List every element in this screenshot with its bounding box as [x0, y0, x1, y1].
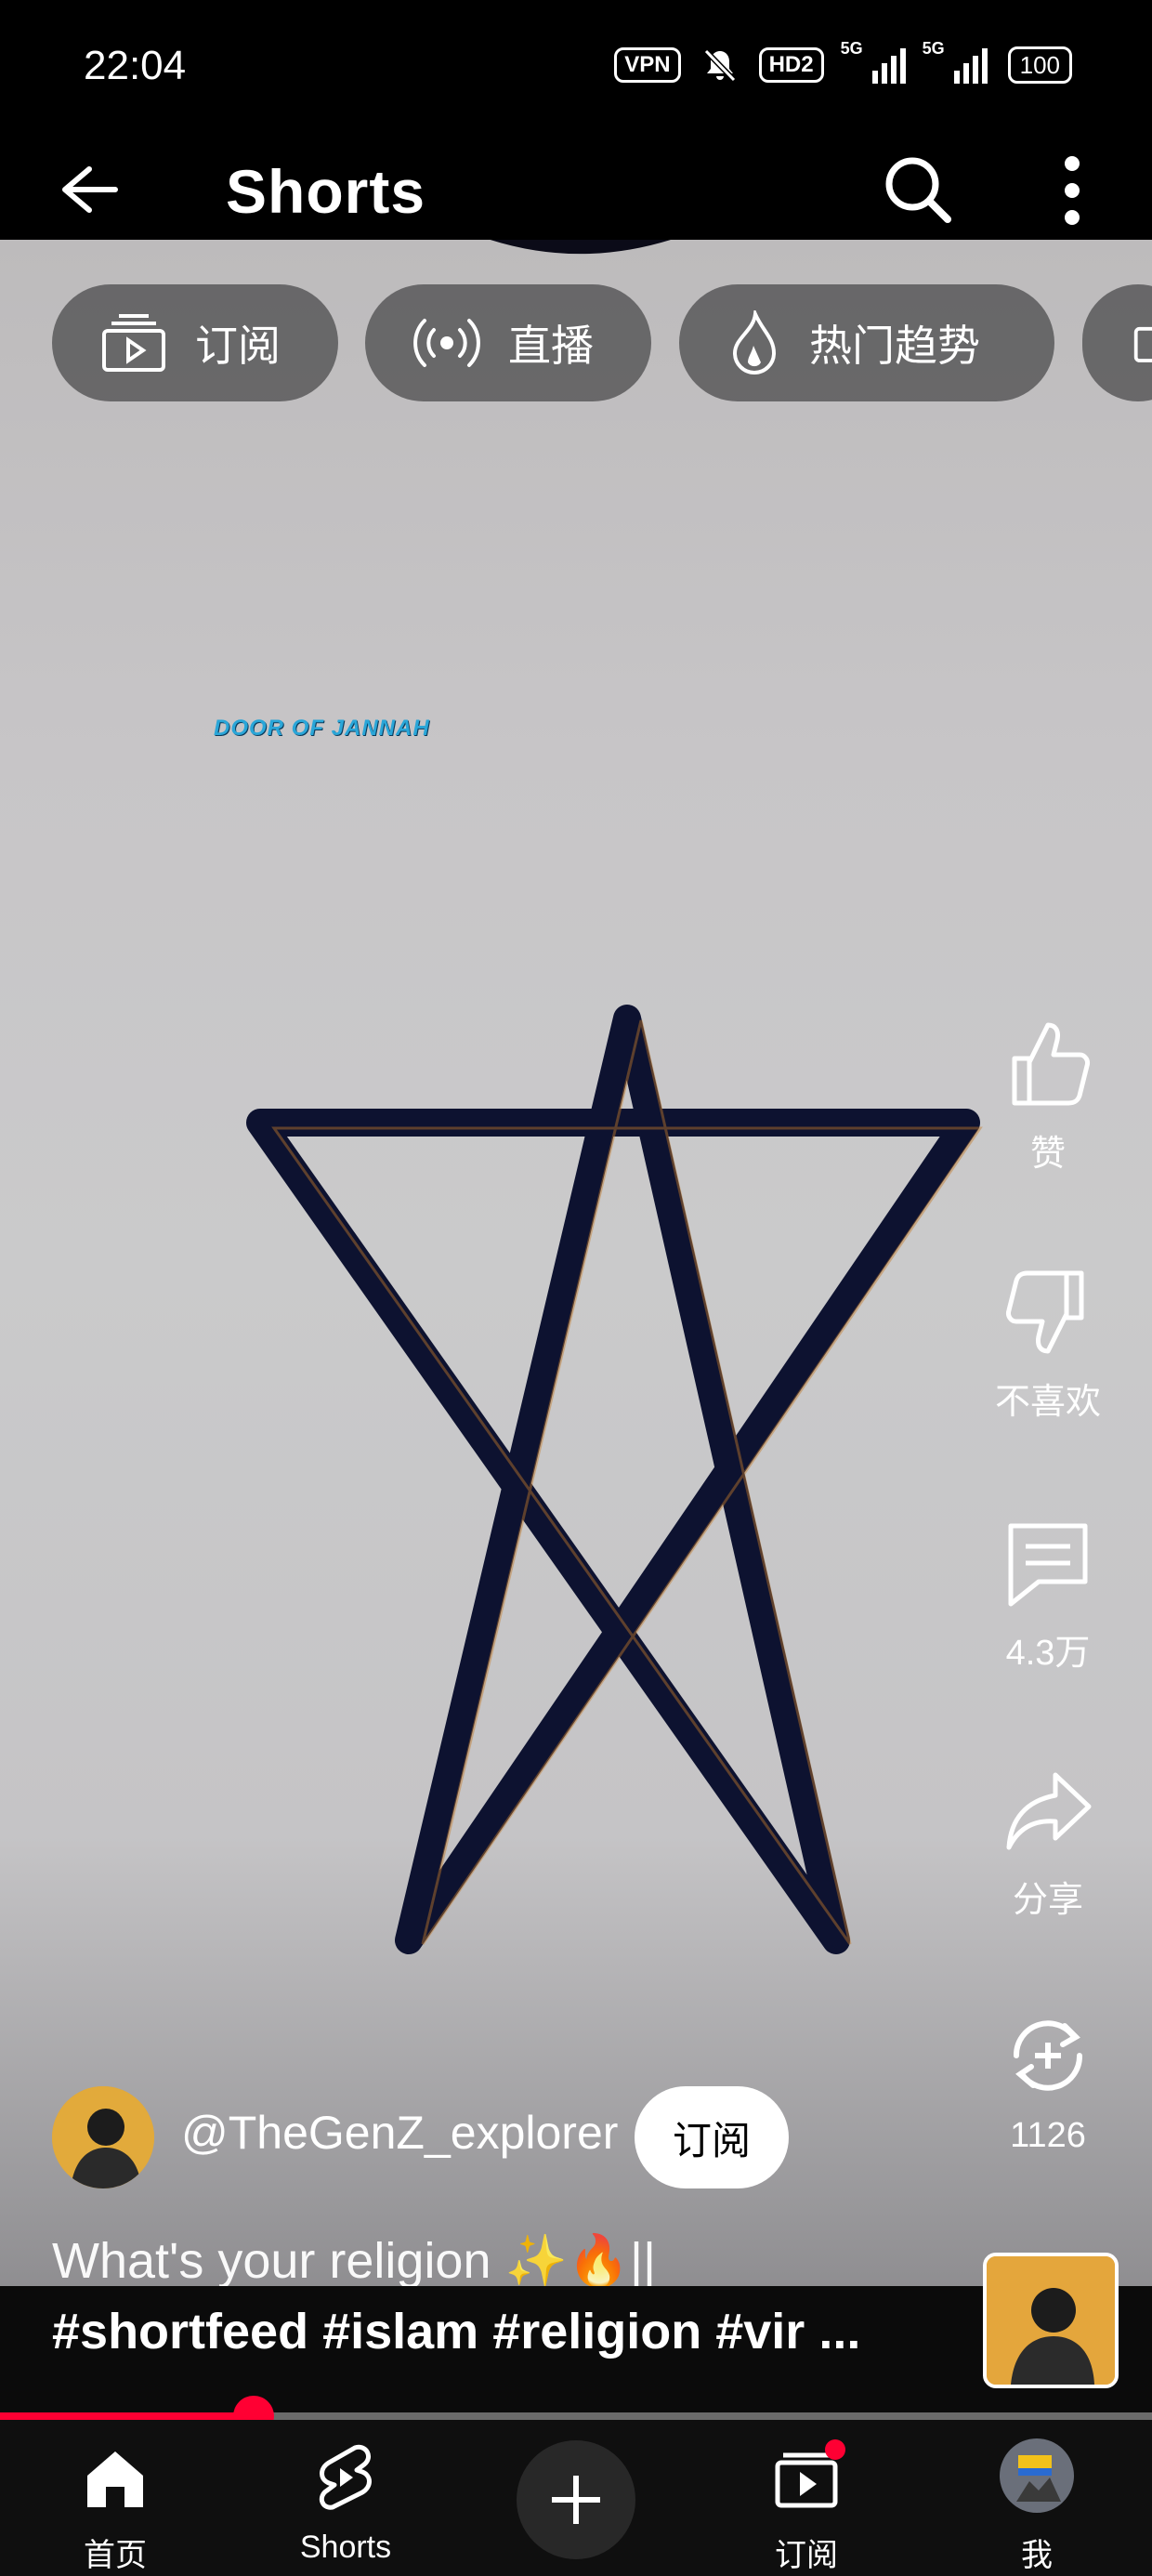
- share-button[interactable]: 分享: [985, 1764, 1111, 1922]
- remix-button[interactable]: 1126: [985, 2009, 1111, 2156]
- dislike-label: 不喜欢: [994, 1383, 1101, 1422]
- video-watermark: DOOR OF JANNAH: [214, 716, 430, 741]
- progress-fill: [0, 2412, 254, 2420]
- chip-label: 订阅: [195, 322, 281, 370]
- thumb-down-icon: [1006, 1270, 1084, 1354]
- channel-avatar[interactable]: [52, 2086, 154, 2188]
- remix-icon: [1013, 2020, 1083, 2091]
- dislike-button[interactable]: 不喜欢: [985, 1266, 1111, 1424]
- mute-bell-icon: [703, 48, 736, 83]
- page-title: Shorts: [226, 157, 426, 226]
- chip-label: 热门趋势: [809, 322, 980, 370]
- comment-icon: [1008, 1523, 1088, 1607]
- pentagram-image: [246, 1005, 983, 1954]
- battery-icon: 100: [1007, 46, 1072, 84]
- search-icon[interactable]: [881, 152, 955, 227]
- like-button[interactable]: 赞: [985, 1018, 1111, 1176]
- status-icons: VPN HD2 5G 5G 100: [614, 39, 1072, 84]
- nav-subscriptions[interactable]: 订阅: [713, 2420, 899, 2573]
- nav-label: 我: [1021, 2538, 1053, 2573]
- thumbnail-image: [987, 2256, 1115, 2385]
- hashtags[interactable]: #shortfeed #islam #religion #vir ...: [52, 2303, 860, 2360]
- back-arrow-icon[interactable]: [56, 162, 121, 217]
- chip-live[interactable]: 直播: [365, 284, 651, 401]
- chip-subscriptions[interactable]: 订阅: [52, 284, 338, 401]
- video-caption[interactable]: What's your religion ✨🔥||: [52, 2232, 656, 2291]
- hd-voice-icon: HD2: [758, 47, 824, 83]
- create-button[interactable]: [517, 2440, 635, 2559]
- nav-you[interactable]: 我: [944, 2420, 1130, 2573]
- nav-shorts[interactable]: Shorts: [253, 2420, 439, 2565]
- shorts-icon: [319, 2444, 372, 2510]
- share-label: 分享: [1012, 1881, 1083, 1920]
- remix-count: 1126: [1010, 2116, 1086, 2155]
- top-bar: Shorts: [0, 138, 1152, 240]
- subscribe-button[interactable]: 订阅: [635, 2086, 789, 2188]
- signal-strength-icon: 5G: [841, 39, 906, 84]
- thumb-up-icon: [1012, 1022, 1090, 1106]
- chip-label: 直播: [508, 322, 594, 370]
- plus-icon: [552, 2476, 600, 2524]
- bottom-nav: 首页 Shorts 订阅 我: [0, 2420, 1152, 2576]
- shorts-screen: 22:04 VPN HD2 5G 5G 100 Shorts DOOR OF J…: [0, 0, 1152, 2576]
- comments-button[interactable]: 4.3万: [985, 1517, 1111, 1675]
- clock: 22:04: [84, 43, 187, 88]
- nav-label: Shorts: [299, 2530, 392, 2565]
- hashtags-bar: #shortfeed #islam #religion #vir ...: [0, 2286, 1152, 2416]
- profile-avatar-icon: [1000, 2438, 1074, 2513]
- sound-thumbnail[interactable]: [983, 2253, 1119, 2388]
- status-bar: 22:04 VPN HD2 5G 5G 100: [0, 0, 1152, 138]
- video-progress[interactable]: [0, 2396, 1152, 2437]
- comments-count: 4.3万: [1005, 1634, 1091, 1673]
- avatar-image: [52, 2086, 154, 2188]
- more-options-icon[interactable]: [1044, 149, 1100, 232]
- trending-icon: [732, 310, 777, 375]
- live-icon: [413, 319, 480, 367]
- share-icon: [1006, 1772, 1092, 1850]
- short-video[interactable]: DOOR OF JANNAH: [0, 240, 1152, 2286]
- chip-more[interactable]: [1082, 284, 1152, 401]
- like-label: 赞: [1029, 1135, 1066, 1174]
- chip-partial-icon: [1133, 326, 1152, 362]
- nav-home[interactable]: 首页: [22, 2420, 208, 2573]
- home-icon: [87, 2451, 143, 2507]
- signal-strength-icon-2: 5G: [923, 39, 988, 84]
- filter-chips: 订阅 直播 热门趋势: [0, 284, 1152, 405]
- subscriptions-icon: [102, 314, 165, 372]
- nav-label: 订阅: [775, 2538, 838, 2573]
- channel-handle[interactable]: @TheGenZ_explorer: [181, 2106, 618, 2160]
- chip-trending[interactable]: 热门趋势: [679, 284, 1054, 401]
- subscriptions-nav-icon: [775, 2439, 845, 2508]
- nav-label: 首页: [84, 2538, 147, 2573]
- vpn-icon: VPN: [614, 47, 681, 83]
